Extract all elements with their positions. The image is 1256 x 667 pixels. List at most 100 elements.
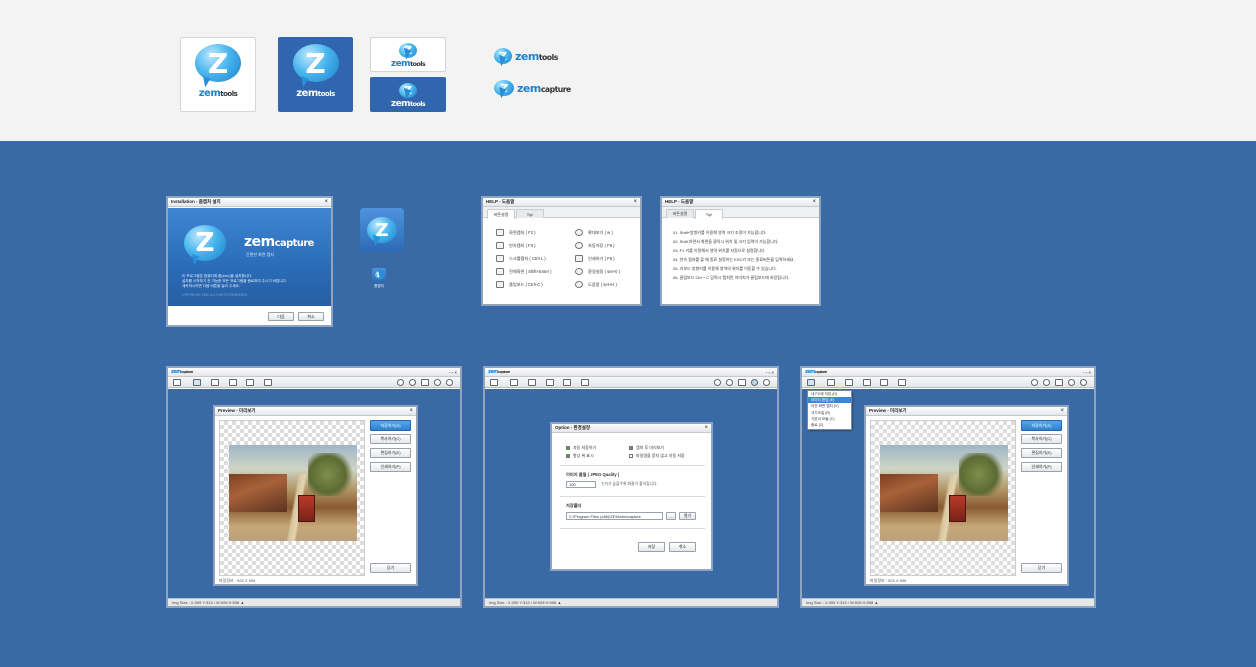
edit-button[interactable]: 편집하기(E)	[370, 448, 411, 458]
always-on-top-checkbox[interactable]: 항상 위 표시	[566, 452, 629, 460]
hotkey-list-left: 화면캡처 ( F2 ) 연속캡처 ( F3 ) 스크롤캡처 ( Ctrl+L )…	[496, 226, 566, 291]
folder-section-title: 저장폴더	[566, 503, 582, 508]
region-capture-icon[interactable]	[510, 379, 518, 386]
tab-tip[interactable]: Tip!	[695, 209, 723, 219]
autosave-checkbox[interactable]: 자동 저장하기	[566, 444, 629, 452]
zoom-icon[interactable]	[1031, 379, 1038, 386]
tab-tip[interactable]: Tip!	[516, 209, 544, 218]
toolbar	[802, 377, 1094, 388]
region-capture-icon[interactable]	[193, 379, 201, 386]
preview-dialog: Preview - 미리보기 × 저장하기(S) 복사하기(C) 편집하기(E) …	[865, 406, 1068, 585]
captured-image	[229, 445, 357, 541]
scroll-capture-icon[interactable]	[229, 379, 237, 386]
window-capture-icon[interactable]	[845, 379, 853, 386]
close-icon[interactable]: ×	[1060, 408, 1064, 414]
zem-bubble-icon: Z	[195, 44, 241, 82]
help-icon[interactable]	[1080, 379, 1087, 386]
list-item: 자동저장 ( F5 )	[575, 239, 641, 252]
close-icon[interactable]: ×	[409, 408, 413, 414]
help-window-tips: HELP - 도움말 × 버튼설명 Tip! 01. Shift+방향키를 이용해…	[661, 197, 820, 305]
title-bar: zemcapture - ▫ ×	[168, 368, 460, 377]
logo-tile-small-white: Z zemtools	[370, 37, 446, 72]
help-icon[interactable]	[446, 379, 453, 386]
tab-strip: 버튼설명 Tip!	[483, 207, 640, 219]
zoom-icon[interactable]	[714, 379, 721, 386]
print-button[interactable]: 인쇄하기(P)	[1021, 462, 1062, 472]
close-icon[interactable]: ×	[812, 199, 816, 205]
quality-stepper[interactable]: 100	[566, 481, 596, 488]
cancel-button[interactable]: 취소	[298, 312, 324, 321]
export-icon[interactable]	[581, 379, 589, 386]
zem-capture-window-preview: zemcapture - ▫ × Img Size : X:399 Y:313 …	[167, 367, 461, 607]
close-button[interactable]: 닫기	[1021, 563, 1062, 573]
zem-capture-window-menu: zemcapture - ▫ × Img Size : X:399 Y:313 …	[801, 367, 1095, 607]
file-info: 파일정보 : 925 X 596	[219, 578, 256, 583]
window-controls[interactable]: - ▫ ×	[766, 370, 774, 375]
list-item: 01. Shift+방향키를 이용해 영역 크기 조정이 가능합니다.	[673, 230, 767, 235]
app-icon-large: Z	[360, 208, 404, 252]
window-capture-icon[interactable]	[211, 379, 219, 386]
scroll-capture-icon[interactable]	[546, 379, 554, 386]
zoom-icon[interactable]	[397, 379, 404, 386]
edit-button[interactable]: 편집하기(E)	[1021, 448, 1062, 458]
region-capture-icon[interactable]	[827, 379, 835, 386]
scroll-capture-icon[interactable]	[863, 379, 871, 386]
capture-icon[interactable]	[490, 379, 498, 386]
close-icon[interactable]: ×	[633, 199, 637, 205]
browse-button[interactable]: ...	[666, 512, 676, 520]
save-button[interactable]: 저장	[638, 542, 665, 552]
autosave-icon[interactable]	[1043, 379, 1050, 386]
preview-after-capture-checkbox[interactable]: 캡처 후 미리보기	[629, 444, 664, 452]
print-button[interactable]: 인쇄하기(P)	[370, 462, 411, 472]
save-button[interactable]: 저장하기(S)	[370, 420, 411, 431]
list-item: 확대보기 ( w )	[575, 226, 641, 239]
tab-button-guide[interactable]: 버튼설명	[666, 209, 694, 218]
menu-item[interactable]: 종료 (Z)	[808, 422, 851, 428]
next-button[interactable]: 다음	[268, 312, 294, 321]
open-folder-button[interactable]: 열기	[679, 512, 696, 520]
app-brand: zemcapture	[488, 369, 510, 375]
fullscreen-icon[interactable]	[246, 379, 254, 386]
copy-button[interactable]: 복사하기(C)	[370, 434, 411, 444]
capture-icon[interactable]	[807, 379, 815, 386]
print-icon[interactable]	[738, 379, 746, 386]
capture-icon	[496, 229, 504, 236]
tab-button-guide[interactable]: 버튼설명	[487, 209, 515, 219]
fullscreen-icon	[496, 268, 504, 275]
cancel-button[interactable]: 취소	[669, 542, 696, 552]
save-button[interactable]: 저장하기(S)	[1021, 420, 1062, 431]
window-controls[interactable]: - ▫ ×	[1083, 370, 1091, 375]
window-capture-icon[interactable]	[528, 379, 536, 386]
capture-icon[interactable]	[173, 379, 181, 386]
copy-button[interactable]: 복사하기(C)	[1021, 434, 1062, 444]
export-icon[interactable]	[898, 379, 906, 386]
desktop-shortcut-icon[interactable]: Z	[372, 268, 386, 282]
list-item: 연속캡처 ( F3 )	[496, 239, 566, 252]
close-icon[interactable]: ×	[704, 425, 708, 431]
list-item: 전체화면 ( Shift+Enter )	[496, 265, 566, 278]
zoom-icon	[575, 229, 583, 236]
app-brand: zemcapture	[171, 369, 193, 375]
preview-canvas	[870, 420, 1016, 576]
zem-tools-horizontal-logo: Z zemtools	[494, 48, 558, 64]
autosave-icon[interactable]	[726, 379, 733, 386]
fullscreen-icon[interactable]	[880, 379, 888, 386]
print-icon[interactable]	[421, 379, 429, 386]
fullscreen-icon[interactable]	[563, 379, 571, 386]
close-button[interactable]: 닫기	[370, 563, 411, 573]
print-icon[interactable]	[1055, 379, 1063, 386]
help-icon[interactable]	[763, 379, 770, 386]
save-folder-input[interactable]: C:\Program Files (x86)\ZEM\zemcapture	[566, 512, 663, 520]
gear-icon[interactable]	[434, 379, 441, 386]
gear-icon[interactable]	[751, 379, 758, 386]
divider	[560, 465, 705, 466]
close-icon[interactable]: ×	[324, 199, 328, 205]
autosave-icon[interactable]	[409, 379, 416, 386]
status-bar: Img Size : X:399 Y:313 / W:928 H:598 ▲	[168, 598, 460, 606]
gear-icon[interactable]	[1068, 379, 1075, 386]
logo-tile-white: Z zemtools	[180, 37, 256, 112]
export-icon[interactable]	[264, 379, 272, 386]
window-controls[interactable]: - ▫ ×	[449, 370, 457, 375]
list-item: 05. 키보드 방향키를 이용해 영역의 위치를 이동할 수 있습니다.	[673, 266, 777, 271]
silent-save-checkbox[interactable]: 파일명을 묻지 않고 자동 저장	[629, 452, 685, 460]
